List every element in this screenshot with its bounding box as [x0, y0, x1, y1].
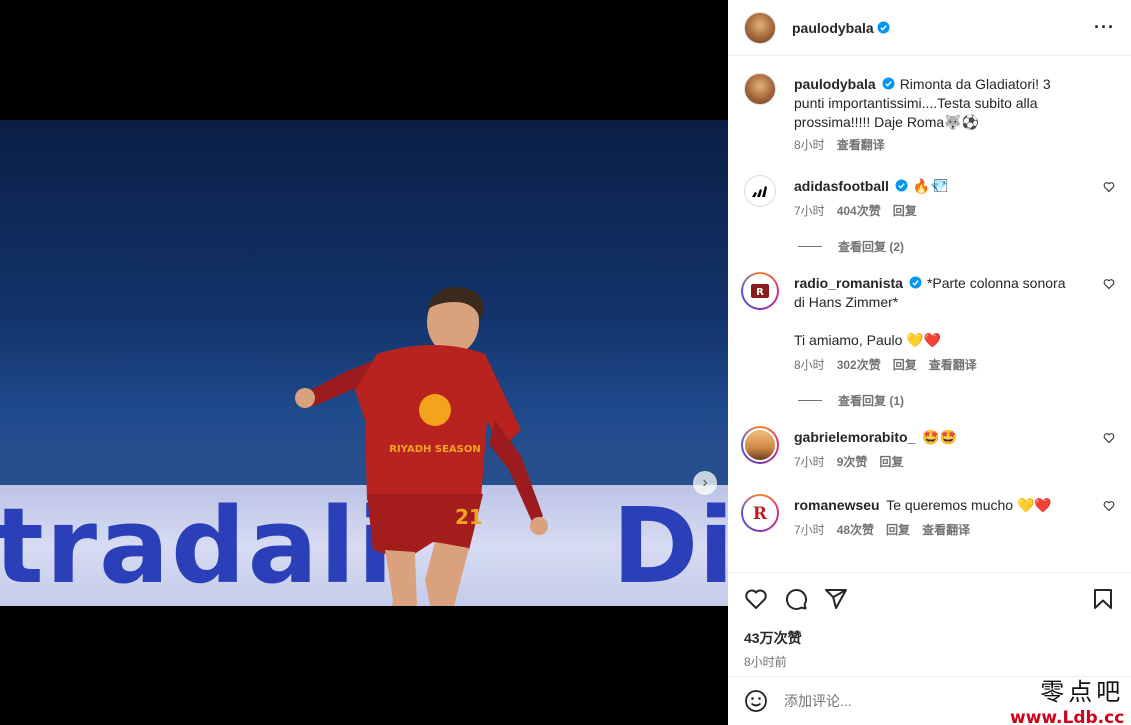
comment-row: R radio_romanista *Parte colonna sonora d… — [741, 272, 1115, 375]
reply-button[interactable]: 回复 — [893, 202, 917, 221]
post-actions: 43万次赞 8小时前 — [728, 572, 1131, 670]
likes-count[interactable]: 43万次赞 — [744, 628, 1115, 648]
comment-text-line2: Ti amiamo, Paulo 💛❤️ — [794, 332, 942, 348]
comment-row: R romanewseu Te queremos mucho 💛❤️ 7小时 4… — [741, 494, 1115, 540]
comment-username[interactable]: radio_romanista — [794, 275, 903, 291]
post-media: tradali Di RIYADH SEASON 21 › — [0, 0, 728, 725]
comment-text: 🤩🤩 — [922, 429, 958, 445]
comment-time[interactable]: 7小时 — [794, 521, 825, 540]
commenter-avatar[interactable]: R — [741, 494, 779, 532]
view-replies-label: 查看回复 (1) — [838, 394, 905, 408]
comment-time[interactable]: 7小时 — [794, 453, 825, 472]
emoji-icon[interactable] — [744, 689, 768, 713]
comment-likes[interactable]: 302次赞 — [837, 356, 881, 375]
view-replies-button[interactable]: 查看回复 (1) — [798, 392, 1115, 409]
comment-likes[interactable]: 404次赞 — [837, 202, 881, 221]
svg-text:R: R — [756, 287, 764, 298]
reply-button[interactable]: 回复 — [886, 521, 910, 540]
comment-likes[interactable]: 48次赞 — [837, 521, 874, 540]
commenter-avatar[interactable]: R — [741, 272, 779, 310]
post-sidebar: paulodybala ··· paulodybala Rimonta da Gl… — [728, 0, 1131, 725]
board-text-right: Di — [612, 485, 728, 606]
comment-icon[interactable] — [784, 587, 808, 611]
player-figure: RIYADH SEASON 21 — [295, 286, 548, 606]
commenter-avatar[interactable] — [741, 426, 779, 464]
share-icon[interactable] — [824, 587, 848, 611]
comment-likes[interactable]: 9次赞 — [837, 453, 868, 472]
view-replies-label: 查看回复 (2) — [838, 240, 905, 254]
comment-row: gabrielemorabito_ 🤩🤩 7小时 9次赞 回复 — [741, 426, 1115, 472]
adidas-logo-icon — [752, 186, 767, 197]
heart-icon[interactable] — [744, 587, 768, 611]
comment-time[interactable]: 7小时 — [794, 202, 825, 221]
avatar-inner: R — [743, 496, 777, 530]
comment-text: 🔥💎⃞ — [912, 178, 948, 194]
view-replies-button[interactable]: 查看回复 (2) — [798, 238, 1115, 255]
translate-link[interactable]: 查看翻译 — [837, 136, 885, 155]
radio-romanista-logo-icon: R — [751, 284, 769, 298]
posted-time: 8小时前 — [744, 655, 787, 669]
replies-divider — [798, 400, 822, 401]
verified-badge-icon — [909, 276, 922, 289]
comments-list[interactable]: paulodybala Rimonta da Gladiatori! 3 punt… — [728, 57, 1131, 571]
chevron-right-icon[interactable]: › — [693, 471, 717, 495]
comment-username[interactable]: romanewseu — [794, 497, 880, 513]
avatar-inner — [743, 428, 777, 462]
reply-button[interactable]: 回复 — [893, 356, 917, 375]
comment-input[interactable] — [784, 693, 984, 709]
add-comment-bar — [728, 676, 1131, 725]
comment-username[interactable]: gabrielemorabito_ — [794, 429, 915, 445]
caption-time[interactable]: 8小时 — [794, 136, 825, 155]
verified-badge-icon — [882, 77, 895, 90]
comment-time[interactable]: 8小时 — [794, 356, 825, 375]
heart-icon[interactable] — [1103, 278, 1115, 290]
post-header: paulodybala ··· — [728, 0, 1131, 56]
avatar-inner: R — [743, 274, 777, 308]
save-icon[interactable] — [1091, 587, 1115, 611]
comment-username[interactable]: adidasfootball — [794, 178, 889, 194]
comment-text: Te queremos mucho 💛❤️ — [886, 497, 1052, 513]
heart-icon[interactable] — [1103, 500, 1115, 512]
svg-text:R: R — [753, 504, 768, 524]
verified-badge-icon — [877, 21, 890, 34]
translate-link[interactable]: 查看翻译 — [922, 521, 970, 540]
romanewseu-logo-icon: R — [753, 504, 768, 524]
caption-username[interactable]: paulodybala — [794, 76, 876, 92]
commenter-avatar[interactable] — [744, 175, 776, 207]
shirt-sponsor: RIYADH SEASON — [389, 444, 480, 455]
more-icon[interactable]: ··· — [1094, 17, 1115, 38]
reply-button[interactable]: 回复 — [879, 453, 903, 472]
post-photo[interactable]: tradali Di RIYADH SEASON 21 › — [0, 120, 728, 606]
heart-icon[interactable] — [1103, 181, 1115, 193]
author-avatar[interactable] — [744, 73, 776, 105]
translate-link[interactable]: 查看翻译 — [929, 356, 977, 375]
heart-icon[interactable] — [1103, 432, 1115, 444]
shirt-number: 21 — [455, 505, 483, 529]
verified-badge-icon — [895, 179, 908, 192]
caption-row: paulodybala Rimonta da Gladiatori! 3 punt… — [744, 73, 1115, 155]
author-username[interactable]: paulodybala — [792, 20, 874, 36]
comment-row: adidasfootball 🔥💎⃞ 7小时 404次赞 回复 — [744, 175, 1115, 221]
replies-divider — [798, 246, 822, 247]
author-avatar[interactable] — [744, 11, 776, 44]
